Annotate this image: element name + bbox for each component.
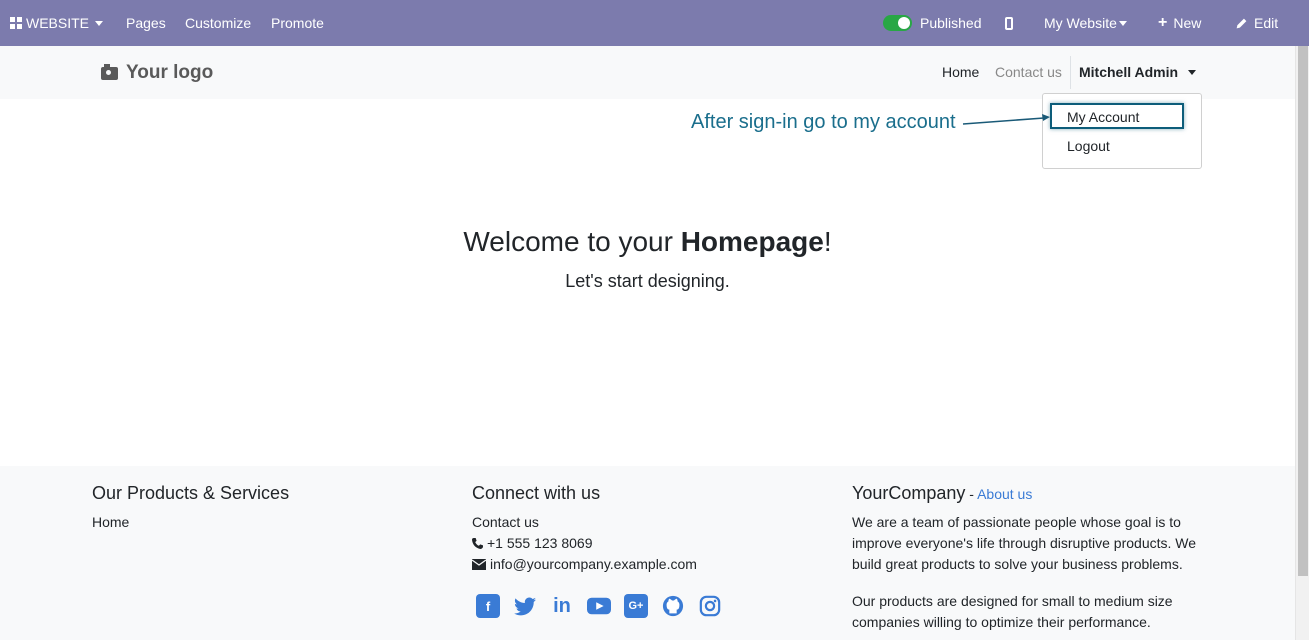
website-menu-label: WEBSITE [26, 15, 90, 31]
nav-contact-link[interactable]: Contact us [995, 64, 1062, 80]
envelope-icon [472, 558, 486, 570]
toggle-switch-icon [883, 15, 912, 31]
welcome-prefix: Welcome to your [463, 226, 681, 257]
plus-icon: + [1158, 14, 1168, 31]
user-name: Mitchell Admin [1079, 64, 1179, 80]
page-scrollbar[interactable] [1295, 46, 1309, 640]
footer-about-title: YourCompany - About us [852, 483, 1032, 504]
pages-menu[interactable]: Pages [126, 0, 166, 46]
footer-connect-title: Connect with us [472, 483, 601, 503]
twitter-icon[interactable] [513, 594, 537, 618]
site-header: Your logo Home Contact us Mitchell Admin [0, 46, 1295, 99]
edit-button[interactable]: Edit [1235, 0, 1278, 46]
my-account-highlight [1050, 103, 1184, 129]
edit-label: Edit [1254, 15, 1279, 31]
nav-divider [1070, 56, 1071, 89]
published-label: Published [920, 15, 982, 31]
tutorial-annotation: After sign-in go to my account [691, 111, 956, 133]
annotation-arrow-icon [962, 114, 1050, 125]
caret-down-icon [1118, 20, 1127, 26]
site-footer: Our Products & Services Home Connect wit… [0, 466, 1295, 640]
nav-home-link[interactable]: Home [942, 64, 979, 80]
customize-menu[interactable]: Customize [185, 0, 251, 46]
google-plus-icon[interactable]: G+ [624, 594, 648, 618]
youtube-icon[interactable] [587, 594, 611, 618]
logout-menu-item[interactable]: Logout [1067, 138, 1110, 154]
my-website-label: My Website [1044, 15, 1117, 31]
footer-contact-link[interactable]: Contact us [472, 514, 539, 530]
welcome-heading: Welcome to your Homepage! [0, 226, 1295, 258]
github-icon[interactable] [661, 594, 685, 618]
facebook-icon[interactable]: f [476, 594, 500, 618]
caret-down-icon [1188, 69, 1197, 75]
logo-text: Your logo [126, 62, 214, 83]
scrollbar-thumb[interactable] [1298, 46, 1308, 576]
footer-about-paragraph-1: We are a team of passionate people whose… [852, 514, 1197, 572]
new-label: New [1173, 15, 1202, 31]
my-website-menu[interactable]: My Website [1044, 0, 1127, 46]
pencil-icon [1236, 18, 1247, 28]
welcome-bold: Homepage [680, 226, 824, 257]
title-separator: - [965, 486, 978, 502]
mobile-preview-button[interactable] [1005, 0, 1013, 46]
published-toggle[interactable]: Published [883, 0, 982, 46]
footer-about-link[interactable]: About us [977, 486, 1032, 502]
apps-grid-icon [10, 17, 22, 29]
instagram-icon[interactable] [698, 594, 722, 618]
company-name: YourCompany [852, 483, 966, 503]
social-links: f in G+ [476, 594, 735, 618]
footer-email-text: info@yourcompany.example.com [490, 556, 697, 572]
caret-down-icon [95, 20, 104, 26]
new-button[interactable]: + New [1158, 0, 1201, 46]
welcome-subtitle: Let's start designing. [565, 271, 730, 291]
footer-phone-text: +1 555 123 8069 [487, 535, 593, 551]
footer-about-paragraph-2: Our products are designed for small to m… [852, 593, 1173, 630]
footer-home-link[interactable]: Home [92, 514, 129, 530]
footer-products-title: Our Products & Services [92, 483, 290, 503]
mobile-icon [1005, 16, 1013, 30]
site-logo[interactable]: Your logo [101, 62, 213, 84]
phone-icon [472, 537, 483, 549]
website-menu[interactable]: WEBSITE [10, 0, 104, 46]
footer-phone: +1 555 123 8069 [472, 535, 593, 551]
welcome-suffix: ! [823, 226, 832, 257]
camera-icon [101, 63, 118, 80]
linkedin-icon[interactable]: in [550, 594, 574, 618]
footer-email: info@yourcompany.example.com [472, 556, 697, 572]
user-menu[interactable]: Mitchell Admin [1079, 64, 1197, 80]
admin-topbar: WEBSITE Pages Customize Promote Publishe… [0, 0, 1309, 46]
promote-menu[interactable]: Promote [271, 0, 324, 46]
